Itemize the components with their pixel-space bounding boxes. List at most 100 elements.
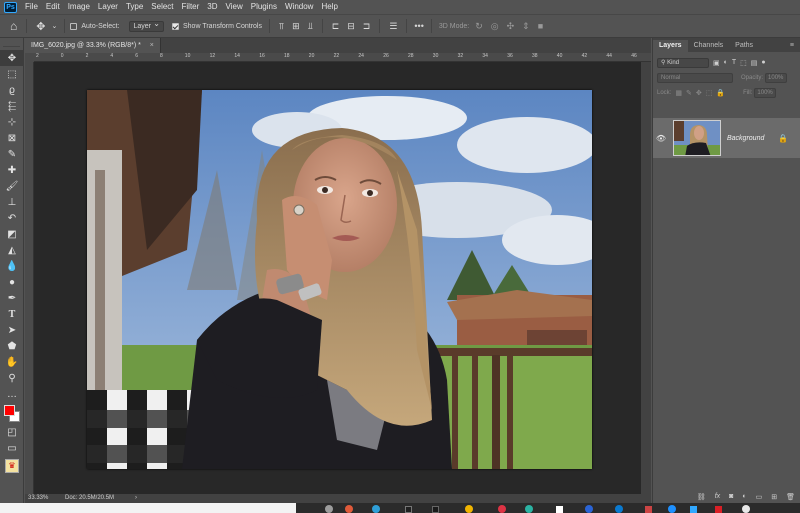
opacity-input[interactable]: 100% bbox=[765, 72, 788, 83]
pen-tool-icon[interactable]: ✒ bbox=[0, 290, 24, 306]
eyedropper-tool-icon[interactable]: ✎ bbox=[0, 146, 24, 162]
taskbar-app-icon[interactable] bbox=[715, 506, 722, 513]
chevron-down-icon[interactable]: ⌄ bbox=[49, 22, 59, 30]
vertical-ruler[interactable] bbox=[25, 62, 34, 494]
align-right-icon[interactable]: ⊐ bbox=[359, 21, 375, 32]
taskbar-app-icon[interactable] bbox=[668, 505, 676, 513]
lock-transparency-icon[interactable]: ▦ bbox=[675, 89, 682, 97]
fill-input[interactable]: 100% bbox=[754, 87, 777, 98]
filter-pixel-icon[interactable]: ▣ bbox=[713, 59, 720, 67]
filter-shape-icon[interactable]: ⬚ bbox=[740, 59, 747, 67]
taskbar-app-icon[interactable] bbox=[742, 505, 750, 513]
filter-type-icon[interactable]: T bbox=[732, 59, 736, 66]
ruler-origin[interactable] bbox=[25, 53, 34, 62]
status-menu-arrow[interactable]: › bbox=[135, 494, 137, 503]
fx-icon[interactable]: fx bbox=[715, 493, 720, 500]
align-vertical-center-icon[interactable]: ⊞ bbox=[288, 21, 304, 32]
zoom-tool-icon[interactable]: ⚲ bbox=[0, 370, 24, 386]
eraser-tool-icon[interactable]: ◩ bbox=[0, 226, 24, 242]
menu-plugins[interactable]: Plugins bbox=[247, 0, 281, 14]
layer-name[interactable]: Background bbox=[727, 135, 764, 142]
show-transform-checkbox[interactable] bbox=[172, 22, 179, 30]
taskbar-app-icon[interactable] bbox=[465, 505, 473, 513]
photoshop-logo[interactable]: Ps bbox=[4, 1, 17, 13]
plugin-icon[interactable]: ♛ bbox=[0, 458, 24, 474]
new-layer-icon[interactable]: ⊞ bbox=[771, 493, 777, 501]
taskbar-app-icon[interactable] bbox=[345, 505, 353, 513]
taskbar-app-icon[interactable] bbox=[498, 505, 506, 513]
move-tool-icon[interactable]: ✥ bbox=[0, 50, 24, 66]
type-tool-icon[interactable]: T bbox=[0, 306, 24, 322]
document-tab[interactable]: IMG_6020.jpg @ 33.3% (RGB/8*) * × bbox=[25, 38, 161, 53]
foreground-color-swatch[interactable] bbox=[4, 405, 15, 416]
filter-smart-object-icon[interactable]: ▤ bbox=[751, 59, 758, 67]
menu-file[interactable]: File bbox=[21, 0, 42, 14]
image-canvas[interactable] bbox=[87, 90, 592, 469]
layer-filter-dropdown[interactable]: ⚲ Kind bbox=[657, 57, 709, 68]
dodge-tool-icon[interactable]: ● bbox=[0, 274, 24, 290]
taskbar-app-icon[interactable] bbox=[690, 506, 697, 513]
crop-tool-icon[interactable]: ⊹ bbox=[0, 114, 24, 130]
menu-layer[interactable]: Layer bbox=[94, 0, 122, 14]
zoom-level[interactable]: 33.33% bbox=[25, 494, 65, 503]
taskbar-app-icon[interactable] bbox=[615, 505, 623, 513]
paint-bucket-tool-icon[interactable]: ◭ bbox=[0, 242, 24, 258]
distribute-icon[interactable]: ☰ bbox=[385, 21, 401, 32]
menu-window[interactable]: Window bbox=[281, 0, 317, 14]
path-selection-tool-icon[interactable]: ➤ bbox=[0, 322, 24, 338]
lasso-tool-icon[interactable]: ϱ bbox=[0, 82, 24, 98]
taskbar-app-icon[interactable] bbox=[325, 505, 333, 513]
shape-tool-icon[interactable]: ⬟ bbox=[0, 338, 24, 354]
folder-icon[interactable]: ▭ bbox=[756, 493, 763, 501]
menu-3d[interactable]: 3D bbox=[203, 0, 221, 14]
tab-layers[interactable]: Layers bbox=[653, 40, 688, 52]
toolbar-grip[interactable] bbox=[3, 41, 20, 47]
orbit-3d-icon[interactable]: ↻ bbox=[471, 21, 487, 32]
taskbar-search[interactable] bbox=[0, 503, 296, 513]
lock-pixels-icon[interactable]: ✎ bbox=[686, 89, 692, 97]
healing-brush-tool-icon[interactable]: ✚ bbox=[0, 162, 24, 178]
align-top-icon[interactable]: ⫪ bbox=[275, 21, 288, 32]
video-camera-icon[interactable]: ■ bbox=[534, 21, 547, 31]
auto-select-target-dropdown[interactable]: Layer bbox=[129, 19, 164, 32]
menu-select[interactable]: Select bbox=[147, 0, 177, 14]
horizontal-ruler[interactable]: 2 0 2 4 6 8 10 12 14 16 18 20 22 24 26 28 30 32 34 36 38 40 42… bbox=[34, 53, 651, 62]
align-bottom-icon[interactable]: ⫫ bbox=[304, 21, 317, 32]
tab-paths[interactable]: Paths bbox=[729, 40, 759, 52]
vertical-scrollbar[interactable] bbox=[641, 62, 651, 494]
home-icon[interactable]: ⌂ bbox=[6, 19, 21, 33]
frame-tool-icon[interactable]: ⊠ bbox=[0, 130, 24, 146]
blend-mode-dropdown[interactable]: Normal bbox=[657, 72, 733, 83]
trash-icon[interactable]: 🗑 bbox=[786, 493, 795, 501]
lock-all-icon[interactable]: 🔒 bbox=[716, 89, 725, 97]
auto-select-checkbox[interactable] bbox=[70, 22, 78, 30]
close-icon[interactable]: × bbox=[150, 42, 154, 49]
menu-view[interactable]: View bbox=[222, 0, 247, 14]
blur-tool-icon[interactable]: 💧 bbox=[0, 258, 24, 274]
filter-toggle-icon[interactable]: ● bbox=[761, 59, 765, 66]
more-tools-icon[interactable]: … bbox=[0, 386, 24, 402]
hand-tool-icon[interactable]: ✋ bbox=[0, 354, 24, 370]
adjustment-icon[interactable]: ◐ bbox=[742, 493, 746, 500]
align-left-icon[interactable]: ⊏ bbox=[328, 21, 344, 32]
mask-icon[interactable]: ◙ bbox=[729, 493, 733, 500]
brush-tool-icon[interactable]: 🖌 bbox=[0, 178, 24, 194]
taskbar-app-icon[interactable] bbox=[405, 506, 412, 513]
lock-position-icon[interactable]: ✥ bbox=[696, 89, 702, 97]
clone-stamp-tool-icon[interactable]: ⊥ bbox=[0, 194, 24, 210]
tab-channels[interactable]: Channels bbox=[688, 40, 730, 52]
menu-type[interactable]: Type bbox=[122, 0, 147, 14]
align-horizontal-center-icon[interactable]: ⊟ bbox=[343, 21, 359, 32]
quick-mask-icon[interactable]: ◰ bbox=[0, 424, 24, 440]
taskbar-app-icon[interactable] bbox=[585, 505, 593, 513]
object-selection-tool-icon[interactable]: ⬱ bbox=[0, 98, 24, 114]
filter-adjustment-icon[interactable]: ◐ bbox=[724, 59, 728, 66]
pan-3d-icon[interactable]: ✣ bbox=[503, 21, 519, 32]
menu-image[interactable]: Image bbox=[64, 0, 94, 14]
layer-row-background[interactable]: 👁 Background 🔒 bbox=[653, 118, 800, 158]
taskbar-app-icon[interactable] bbox=[556, 506, 563, 513]
menu-edit[interactable]: Edit bbox=[42, 0, 64, 14]
visibility-eye-icon[interactable]: 👁 bbox=[653, 134, 669, 143]
more-options-button[interactable]: ••• bbox=[412, 21, 425, 31]
taskbar-app-icon[interactable] bbox=[372, 505, 380, 513]
